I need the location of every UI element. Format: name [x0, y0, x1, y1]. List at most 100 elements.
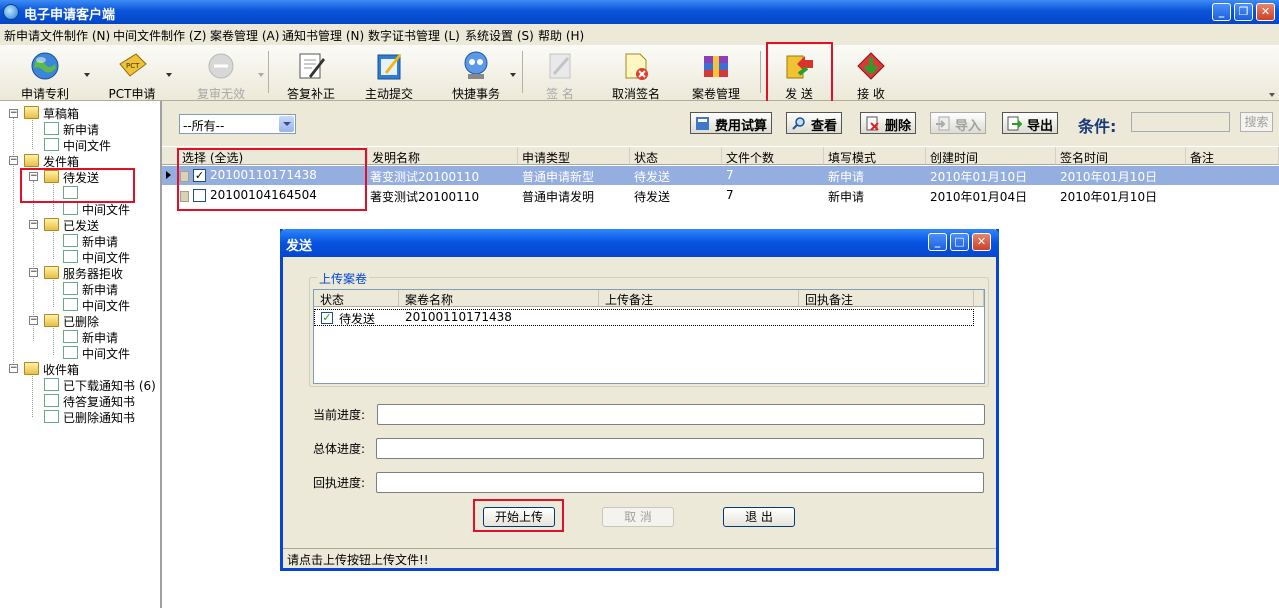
reply-icon [299, 53, 325, 79]
svg-text:PCT: PCT [126, 62, 140, 70]
collapse-toggle[interactable]: − [9, 364, 18, 373]
list-header-status[interactable]: 状态 [314, 290, 399, 307]
column-header-status[interactable]: 状态 [630, 147, 722, 165]
column-header-created-time[interactable]: 创建时间 [926, 147, 1056, 165]
export-button[interactable]: 导出 [1002, 112, 1059, 134]
collapse-toggle[interactable]: − [9, 109, 18, 118]
document-icon [63, 202, 78, 215]
dialog-close-button[interactable]: ✕ [972, 233, 991, 251]
minimize-button[interactable]: _ [1212, 3, 1231, 21]
chevron-down-icon [258, 73, 264, 77]
cancel-sign-button[interactable]: 取消签名 [604, 45, 668, 101]
menu-certificate-management[interactable]: 数字证书管理 (L) [368, 27, 460, 44]
collapse-toggle[interactable]: − [9, 156, 18, 165]
current-progress-bar [377, 404, 985, 425]
column-header-file-count[interactable]: 文件个数 [722, 147, 824, 165]
send-highlight [766, 42, 833, 103]
shortcut-icon [464, 51, 488, 79]
delete-button[interactable]: 删除 [860, 112, 917, 134]
receive-button[interactable]: 接 收 [838, 45, 904, 101]
notice-icon [44, 378, 59, 391]
toolbar-separator [760, 51, 761, 93]
active-submit-button[interactable]: 主动提交 [354, 45, 424, 101]
folder-icon [24, 106, 39, 119]
condition-label: 条件: [1078, 117, 1117, 136]
dialog-minimize-button[interactable]: _ [928, 233, 947, 251]
column-header-signed-time[interactable]: 签名时间 [1056, 147, 1186, 165]
quick-tasks-button[interactable]: 快捷事务 [440, 45, 516, 101]
maximize-button[interactable]: ❐ [1234, 3, 1253, 21]
list-item[interactable]: ✓ 待发送 20100110171438 [314, 309, 974, 326]
toolbar-overflow-icon[interactable] [1269, 93, 1275, 97]
reexamination-button[interactable]: 复审无效 [184, 45, 264, 101]
dialog-maximize-button[interactable]: □ [950, 233, 969, 251]
dialog-title: 发送 [286, 239, 313, 254]
folder-icon [24, 154, 39, 167]
close-button[interactable]: ✕ [1256, 3, 1275, 21]
folder-icon [44, 314, 59, 327]
document-icon [44, 138, 59, 151]
status-filter-select[interactable]: --所有-- [179, 114, 296, 134]
column-header-invention-name[interactable]: 发明名称 [368, 147, 518, 165]
submit-icon [377, 54, 401, 80]
current-progress-label: 当前进度: [313, 408, 366, 422]
menu-intermediate-file[interactable]: 中间文件制作 (Z) [113, 27, 206, 44]
row-pointer-icon [166, 171, 171, 179]
column-header-fill-mode[interactable]: 填写模式 [824, 147, 926, 165]
menu-archive-management[interactable]: 案卷管理 (A) [210, 27, 279, 44]
dialog-status-text: 请点击上传按钮上传文件!! [283, 548, 996, 568]
sign-icon [549, 53, 571, 79]
document-icon [44, 122, 59, 135]
folder-icon [24, 362, 39, 375]
total-progress-label: 总体进度: [313, 442, 366, 456]
calculator-icon [696, 117, 709, 130]
sign-button[interactable]: 签 名 [528, 45, 592, 101]
reply-correction-button[interactable]: 答复补正 [276, 45, 346, 101]
menu-new-application[interactable]: 新申请文件制作 (N) [4, 27, 110, 44]
dialog-titlebar: 发送 _ □ ✕ [280, 229, 999, 257]
list-header-receipt-note[interactable]: 回执备注 [799, 290, 974, 307]
condition-input[interactable] [1131, 112, 1230, 132]
filter-bar: --所有-- 费用试算 查看 删除 导入 导出 条件: 搜索 [162, 101, 1279, 146]
pending-folder-highlight [20, 168, 135, 203]
chevron-down-icon[interactable] [166, 73, 172, 77]
document-icon [63, 330, 78, 343]
view-button[interactable]: 查看 [786, 112, 843, 134]
notice-icon [44, 410, 59, 423]
import-icon [936, 116, 950, 131]
total-progress-bar [376, 438, 984, 459]
list-item-checkbox[interactable]: ✓ [321, 312, 333, 324]
chevron-down-icon[interactable] [84, 73, 90, 77]
magnifier-icon [792, 117, 805, 130]
menu-help[interactable]: 帮助 (H) [538, 27, 584, 44]
cancel-sign-icon [625, 53, 648, 80]
list-header-upload-note[interactable]: 上传备注 [599, 290, 799, 307]
folder-icon [44, 218, 59, 231]
exit-button[interactable]: 退 出 [723, 507, 795, 527]
chevron-down-icon[interactable] [279, 116, 294, 132]
document-icon [63, 282, 78, 295]
column-header-note[interactable]: 备注 [1186, 147, 1279, 165]
menu-bar: 新申请文件制作 (N) 中间文件制作 (Z) 案卷管理 (A) 通知书管理 (N… [0, 24, 1279, 45]
menu-system-settings[interactable]: 系统设置 (S) [465, 27, 534, 44]
delete-icon [866, 116, 879, 131]
list-header-archive-name[interactable]: 案卷名称 [399, 290, 599, 307]
collapse-toggle[interactable]: − [29, 316, 38, 325]
archive-management-button[interactable]: 案卷管理 [682, 45, 750, 101]
review-icon [208, 53, 234, 79]
cancel-button[interactable]: 取 消 [602, 507, 674, 527]
collapse-toggle[interactable]: − [29, 268, 38, 277]
window-titlebar: 电子申请客户端 _ ❐ ✕ [0, 0, 1279, 24]
fee-calculation-button[interactable]: 费用试算 [690, 112, 773, 134]
receive-icon [857, 52, 885, 80]
search-button[interactable]: 搜索 [1240, 112, 1273, 132]
collapse-toggle[interactable]: − [29, 220, 38, 229]
pct-application-button[interactable]: PCT PCT申请 [96, 45, 172, 101]
chevron-down-icon[interactable] [510, 73, 516, 77]
menu-notice-management[interactable]: 通知书管理 (N) [282, 27, 364, 44]
export-icon [1007, 116, 1022, 131]
app-icon [3, 4, 19, 20]
import-button[interactable]: 导入 [930, 112, 987, 134]
column-header-application-type[interactable]: 申请类型 [518, 147, 630, 165]
apply-patent-button[interactable]: 申请专利 [10, 45, 90, 101]
